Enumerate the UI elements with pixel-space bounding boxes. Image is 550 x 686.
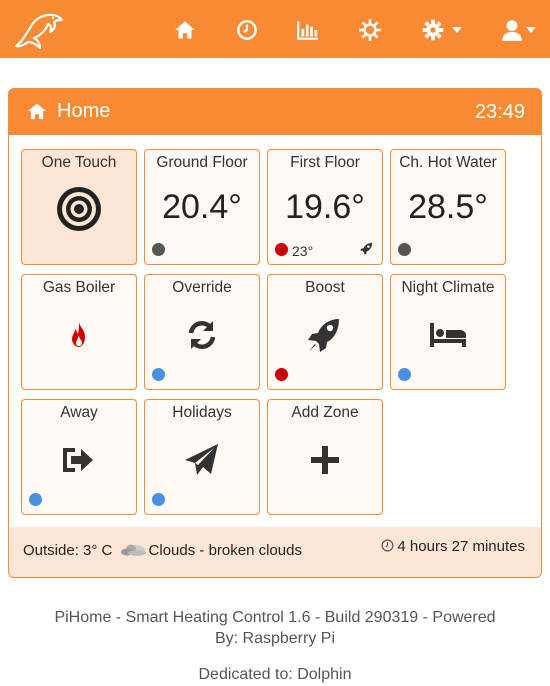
tile-label: Boost xyxy=(305,279,345,296)
rocket-icon xyxy=(303,313,347,357)
status-dot xyxy=(275,243,288,256)
footer-build-info: PiHome - Smart Heating Control 1.6 - Bui… xyxy=(54,609,496,626)
bed-icon xyxy=(426,313,470,357)
refresh-icon xyxy=(180,313,224,357)
outside-temperature: Outside: 3° C xyxy=(23,542,113,559)
temperature-value: 20.4° xyxy=(162,188,242,226)
tile-ground-floor[interactable]: Ground Floor 20.4° xyxy=(144,149,260,265)
paper-plane-icon xyxy=(180,438,224,482)
top-navbar xyxy=(0,0,550,58)
temperature-value: 28.5° xyxy=(408,188,488,226)
footer-powered-by: By: Raspberry Pi xyxy=(214,630,336,647)
home-panel: Home 23:49 One Touch Ground Floor 20.4° … xyxy=(8,88,542,578)
tile-away[interactable]: Away xyxy=(21,399,137,515)
tile-label: Night Climate xyxy=(401,279,495,296)
target-icon xyxy=(54,184,104,234)
status-dot xyxy=(398,368,411,381)
dolphin-logo[interactable] xyxy=(12,8,64,52)
panel-header: Home 23:49 xyxy=(9,89,541,135)
gear-icon[interactable] xyxy=(420,17,446,43)
tile-label: First Floor xyxy=(290,154,360,171)
run-duration: 4 hours 27 minutes xyxy=(381,538,525,555)
cloud-icon xyxy=(119,542,147,556)
status-dot xyxy=(398,243,411,256)
clock-icon[interactable] xyxy=(234,17,260,43)
chevron-down-icon[interactable] xyxy=(526,27,536,33)
tile-label: Add Zone xyxy=(291,404,359,421)
chevron-down-icon[interactable] xyxy=(452,27,462,33)
clock-time: 23:49 xyxy=(474,101,525,123)
clock-icon xyxy=(381,539,394,552)
tile-override[interactable]: Override xyxy=(144,274,260,390)
tile-ch-hot-water[interactable]: Ch. Hot Water 28.5° xyxy=(390,149,506,265)
status-dot xyxy=(29,493,42,506)
sign-out-icon xyxy=(57,438,101,482)
home-icon xyxy=(27,102,47,120)
settings-icon[interactable] xyxy=(357,17,383,43)
tile-label: Holidays xyxy=(172,404,232,421)
flame-icon xyxy=(57,313,101,357)
footer-dedication: Dedicated to: Dolphin xyxy=(198,666,352,683)
tile-boost[interactable]: Boost xyxy=(267,274,383,390)
tile-one-touch[interactable]: One Touch xyxy=(21,149,137,265)
weather-bar: Outside: 3° C Clouds - broken clouds 4 h… xyxy=(9,527,541,577)
tile-holidays[interactable]: Holidays xyxy=(144,399,260,515)
tile-label: Ch. Hot Water xyxy=(399,154,497,171)
rocket-icon xyxy=(359,241,374,256)
tile-label: Ground Floor xyxy=(156,154,248,171)
weather-info: Outside: 3° C Clouds - broken clouds xyxy=(23,542,302,559)
status-dot xyxy=(152,243,165,256)
chart-icon[interactable] xyxy=(295,17,321,43)
tile-night-climate[interactable]: Night Climate xyxy=(390,274,506,390)
home-icon[interactable] xyxy=(172,17,198,43)
tile-label: Gas Boiler xyxy=(42,279,116,296)
tile-first-floor[interactable]: First Floor 19.6° 23° xyxy=(267,149,383,265)
tile-label: Away xyxy=(60,404,98,421)
temperature-value: 19.6° xyxy=(285,188,365,226)
tile-add-zone[interactable]: Add Zone xyxy=(267,399,383,515)
user-icon[interactable] xyxy=(499,17,525,43)
tile-label: Override xyxy=(172,279,232,296)
weather-condition: Clouds - broken clouds xyxy=(148,542,302,559)
status-dot xyxy=(152,368,165,381)
duration-text: 4 hours 27 minutes xyxy=(397,538,525,555)
page-title: Home xyxy=(57,100,111,122)
target-temperature: 23° xyxy=(292,243,314,259)
tile-label: One Touch xyxy=(41,154,117,171)
status-dot xyxy=(152,493,165,506)
tile-gas-boiler[interactable]: Gas Boiler xyxy=(21,274,137,390)
status-dot xyxy=(275,368,288,381)
plus-icon xyxy=(303,438,347,482)
